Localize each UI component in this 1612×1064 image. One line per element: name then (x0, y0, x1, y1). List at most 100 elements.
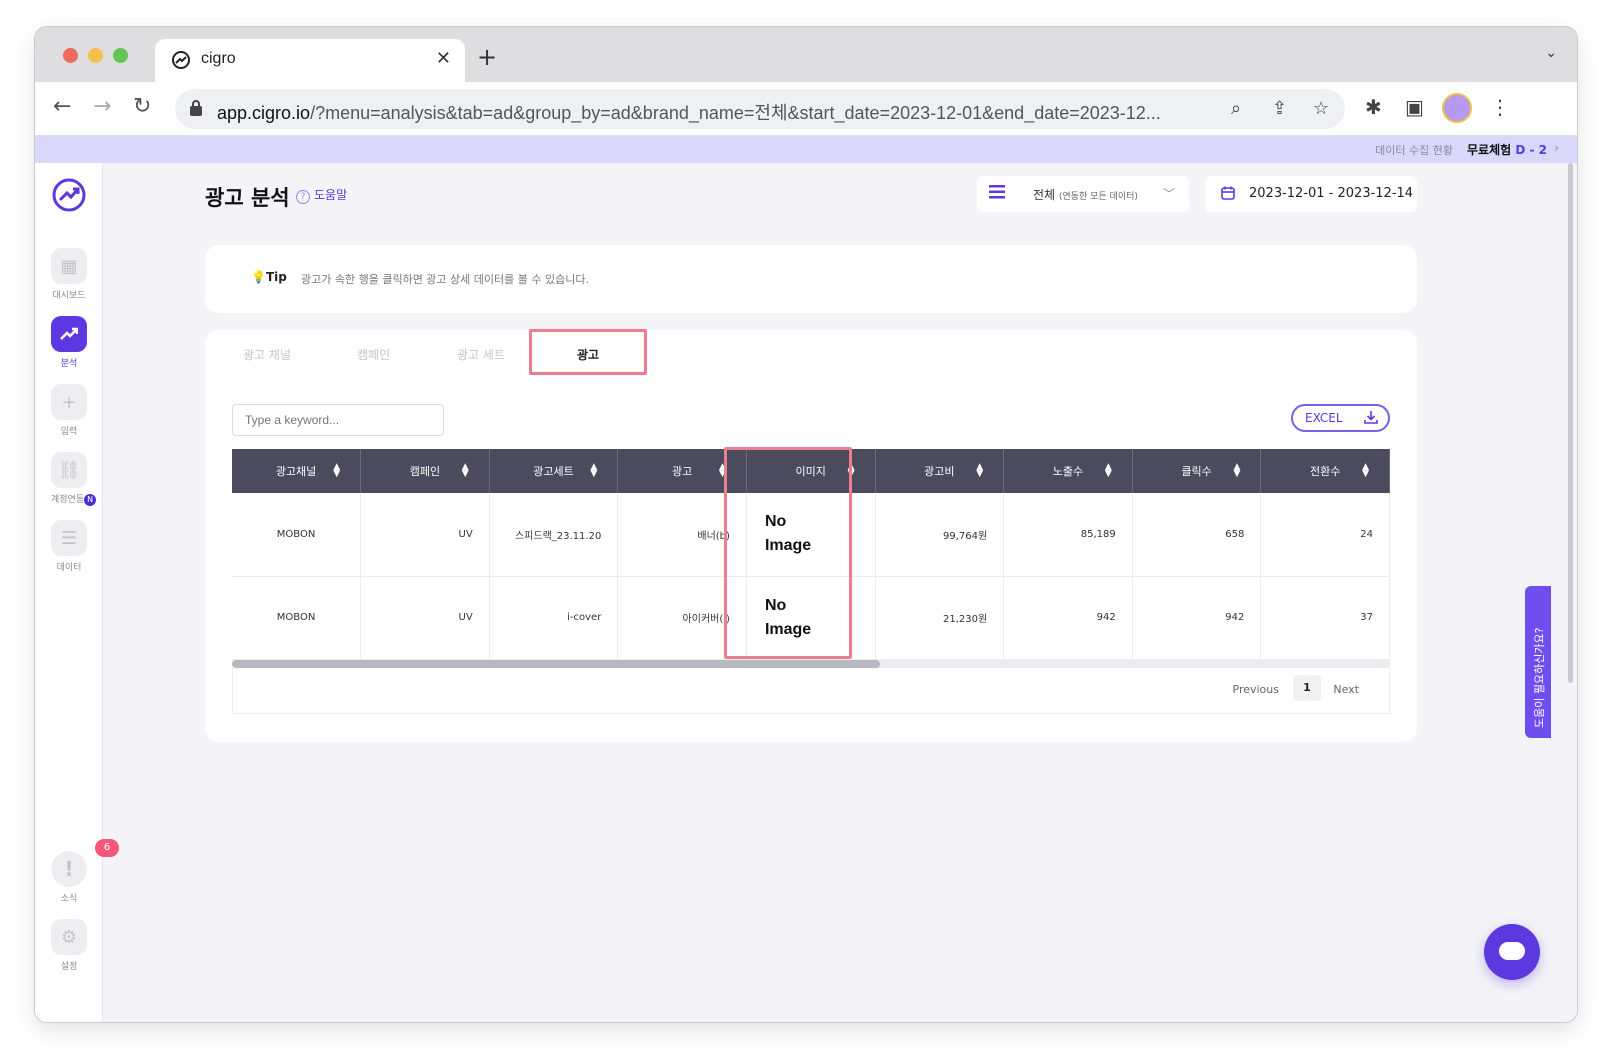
sidebar-item-dashboard[interactable]: ▦ 대시보드 (51, 248, 87, 301)
table-row[interactable]: MOBON UV i-cover 아이커버(i) No Image 21,230원… (232, 576, 1390, 660)
sidebar-item-analysis[interactable]: 분석 (51, 316, 87, 369)
minimize-window-button[interactable] (88, 48, 103, 63)
tab-title: cigro (201, 50, 236, 67)
cell-image: No Image (746, 576, 876, 660)
tab-close-icon[interactable]: ✕ (436, 48, 451, 69)
col-header-clicks[interactable]: 클릭수 ▲ ▼ (1132, 449, 1262, 493)
trend-icon (51, 316, 87, 352)
data-collection-status-link[interactable]: 데이터 수집 현황 (1375, 142, 1453, 158)
analysis-card: 광고 채널 캠페인 광고 세트 광고 EXCEL 광고채널▲▼ 캠페인▲▼ 광고… (205, 329, 1417, 742)
sort-icon: ▲ ▼ (1362, 462, 1369, 479)
new-tab-icon[interactable]: + (477, 43, 497, 71)
page-number-button[interactable]: 1 (1293, 675, 1321, 701)
trial-badge[interactable]: 무료체험 D - 2 (1467, 141, 1547, 158)
sort-icon: ▲ ▼ (1233, 462, 1241, 479)
sidebar-item-settings[interactable]: ⚙ 설정 (51, 919, 87, 972)
keyword-search-input[interactable] (232, 404, 444, 436)
zoom-icon[interactable]: ⌕ (1231, 98, 1241, 119)
cell-adset: 스피드랙_23.11.20 (489, 493, 619, 577)
next-page-button[interactable]: Next (1333, 683, 1359, 696)
download-icon (1364, 411, 1378, 424)
chat-button[interactable] (1484, 924, 1540, 980)
page-scrollbar[interactable] (1568, 163, 1573, 683)
excel-download-button[interactable]: EXCEL (1291, 404, 1390, 432)
table-header-row: 광고채널 ▲ ▼ 캠페인 ▲ ▼ 광고세트 ▲ ▼ 광고 ▲ ▼ 이미지 ▲ ▼ 광고비 ▲ ▼ 노출수… (232, 449, 1390, 493)
more-menu-icon[interactable]: ⋮ (1490, 95, 1510, 119)
bookmark-star-icon[interactable]: ☆ (1313, 98, 1329, 119)
tab-ad-channel[interactable]: 광고 채널 (243, 346, 291, 363)
notification-count-badge: 6 (95, 839, 119, 857)
col-header-adset[interactable]: 광고세트 ▲ ▼ (489, 449, 619, 493)
table-row[interactable]: MOBON UV 스피드랙_23.11.20 배너(b) No Image 99,… (232, 493, 1390, 577)
forward-arrow-icon[interactable]: → (93, 94, 111, 119)
tab-campaign[interactable]: 캠페인 (357, 346, 390, 363)
chevron-right-icon: › (1554, 141, 1559, 155)
question-icon: ? (296, 190, 310, 204)
page-title: 광고 분석 (205, 186, 290, 210)
address-bar[interactable]: app.cigro.io/?menu=analysis&tab=ad&group… (175, 89, 1345, 129)
help-link[interactable]: ? 도움말 (296, 186, 347, 204)
sidebar-item-input[interactable]: + 입력 (51, 384, 87, 437)
cell-campaign: UV (360, 493, 490, 577)
alert-icon: ! (51, 851, 87, 887)
link-icon: ⛓ (51, 452, 87, 488)
col-header-conversions[interactable]: 전환수 ▲ ▼ (1260, 449, 1390, 493)
sidebar-item-data[interactable]: ☰ 데이터 (51, 520, 87, 573)
tab-search-chevron-icon[interactable]: ⌄ (1545, 45, 1557, 61)
database-icon: ☰ (51, 520, 87, 556)
cell-impressions: 85,189 (1003, 493, 1133, 577)
cell-adset: i-cover (489, 576, 619, 660)
maximize-window-button[interactable] (113, 48, 128, 63)
extensions-icon[interactable]: ✱ (1365, 95, 1382, 119)
cell-ad: 아이커버(i) (617, 576, 747, 660)
chevron-down-icon: ﹀ (1162, 187, 1175, 201)
sort-icon: ▲ ▼ (461, 462, 469, 479)
sort-icon: ▲ ▼ (719, 462, 726, 479)
ad-table: 광고채널 ▲ ▼ 캠페인 ▲ ▼ 광고세트 ▲ ▼ 광고 ▲ ▼ 이미지 ▲ ▼ 광고비 ▲ ▼ 노출수… (232, 449, 1390, 660)
top-banner: 데이터 수집 현황 무료체험 D - 2 › (35, 136, 1577, 163)
lock-icon (190, 100, 202, 116)
cell-spend: 21,230원 (875, 576, 1005, 660)
sidebar-item-accounts[interactable]: ⛓ 계정연동 N (51, 452, 97, 506)
col-header-spend[interactable]: 광고비 ▲ ▼ (875, 449, 1005, 493)
tab-ad-set[interactable]: 광고 세트 (457, 346, 505, 363)
sidebar-item-news[interactable]: 6 ! 소식 (51, 839, 119, 904)
sidebar: ▦ 대시보드 분석 + 입력 ⛓ 계정연동 N ☰ 데이터 6 ! 소식 ⚙ 설… (35, 163, 119, 1022)
new-badge: N (84, 493, 97, 506)
browser-window: cigro ✕ + ⌄ ← → ↻ app.cigro.io/?menu=ana… (35, 27, 1577, 1022)
cell-conversions: 24 (1260, 493, 1390, 577)
col-header-ad[interactable]: 광고 ▲ ▼ (617, 449, 747, 493)
col-header-image[interactable]: 이미지 ▲ ▼ (746, 449, 876, 493)
chat-bubble-icon (1499, 942, 1525, 960)
reload-icon[interactable]: ↻ (133, 94, 151, 119)
back-arrow-icon[interactable]: ← (53, 94, 71, 119)
cell-channel: MOBON (232, 493, 362, 577)
pagination: Previous 1 Next (232, 667, 1390, 714)
brand-select[interactable]: 전체 (연동한 모든 데이터) ﹀ (977, 176, 1189, 212)
lightbulb-icon: 💡 (251, 270, 266, 284)
cell-conversions: 37 (1260, 576, 1390, 660)
grid-icon: ▦ (51, 248, 87, 284)
browser-toolbar: ← → ↻ app.cigro.io/?menu=analysis&tab=ad… (35, 82, 1577, 136)
cell-spend: 99,764원 (875, 493, 1005, 577)
col-header-impressions[interactable]: 노출수 ▲ ▼ (1003, 449, 1133, 493)
cigro-favicon-icon (172, 51, 190, 69)
sort-icon: ▲ ▼ (590, 462, 598, 479)
cigro-logo-icon[interactable] (51, 177, 87, 213)
cell-ad: 배너(b) (617, 493, 747, 577)
side-panel-icon[interactable]: ▣ (1405, 95, 1424, 119)
col-header-channel[interactable]: 광고채널 ▲ ▼ (232, 449, 362, 493)
browser-tab[interactable]: cigro ✕ (155, 39, 465, 82)
cell-impressions: 942 (1003, 576, 1133, 660)
previous-page-button[interactable]: Previous (1233, 683, 1280, 696)
close-window-button[interactable] (63, 48, 78, 63)
tab-strip: cigro ✕ + ⌄ (35, 27, 1577, 82)
sort-icon: ▲ ▼ (847, 462, 855, 479)
col-header-campaign[interactable]: 캠페인 ▲ ▼ (360, 449, 490, 493)
share-icon[interactable]: ⇪ (1272, 98, 1287, 119)
help-side-tab[interactable]: 도움이 필요하신가요? (1525, 586, 1551, 738)
tip-card: 💡 Tip 광고가 속한 행을 클릭하면 광고 상세 데이터를 볼 수 있습니다… (205, 245, 1417, 313)
url-text: app.cigro.io/?menu=analysis&tab=ad&group… (217, 103, 1161, 123)
profile-avatar[interactable] (1442, 93, 1472, 123)
date-range-picker[interactable]: 2023-12-01 - 2023-12-14 (1205, 176, 1417, 212)
